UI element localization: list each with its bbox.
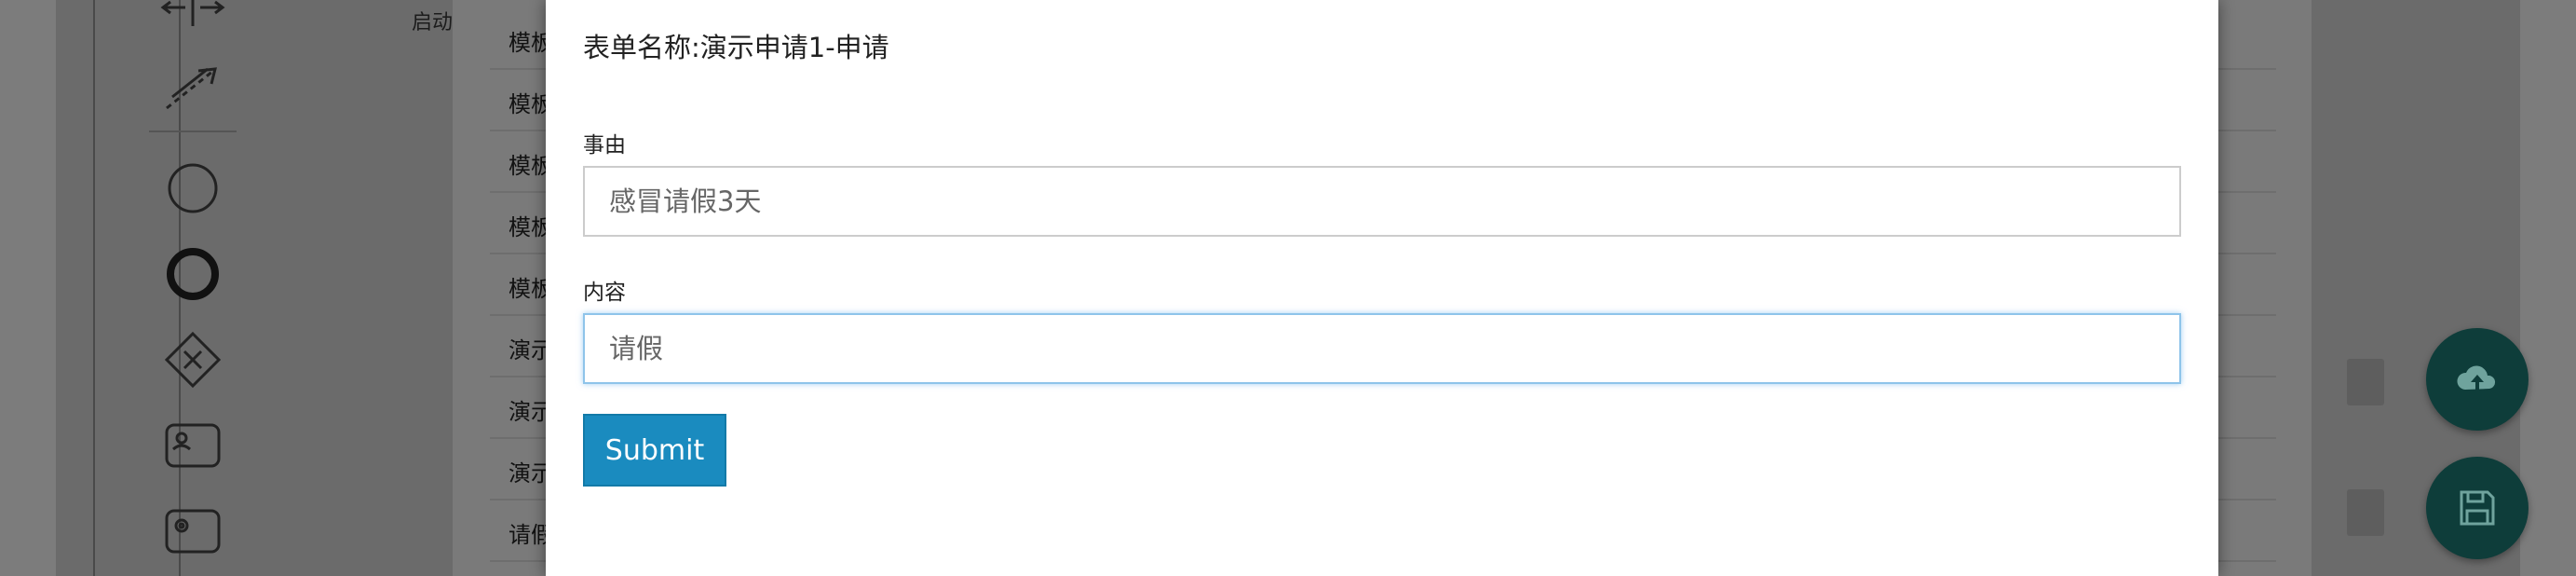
reason-input[interactable]: 感冒请假3天 <box>583 166 2181 237</box>
user-task-icon[interactable] <box>154 412 232 479</box>
cloud-upload-button[interactable] <box>2426 328 2529 431</box>
service-task-icon[interactable] <box>154 498 232 565</box>
end-event-icon[interactable] <box>154 240 232 308</box>
start-event-label: 启动 <box>412 11 454 34</box>
save-icon <box>2460 490 2495 526</box>
form-modal: 表单名称:演示申请1-申请 事由 感冒请假3天 内容 请假 Submit <box>546 0 2218 576</box>
submit-button[interactable]: Submit <box>583 414 726 487</box>
cloud-upload-icon <box>2457 365 2496 390</box>
save-button[interactable] <box>2426 457 2529 559</box>
gateway-icon[interactable] <box>154 326 232 393</box>
window-edge-left <box>0 0 56 576</box>
start-event-icon[interactable] <box>154 155 232 222</box>
palette-divider <box>149 130 237 132</box>
space-tool-icon[interactable] <box>154 0 232 47</box>
connect-tool-icon[interactable] <box>154 56 232 123</box>
hidden-toolbar-button[interactable] <box>2347 359 2384 405</box>
window-edge-right <box>2520 0 2576 576</box>
content-label: 内容 <box>583 281 626 305</box>
reason-label: 事由 <box>583 133 626 158</box>
hidden-toolbar-button[interactable] <box>2347 489 2384 536</box>
form-title: 表单名称:演示申请1-申请 <box>583 32 889 63</box>
content-input[interactable]: 请假 <box>583 313 2181 384</box>
